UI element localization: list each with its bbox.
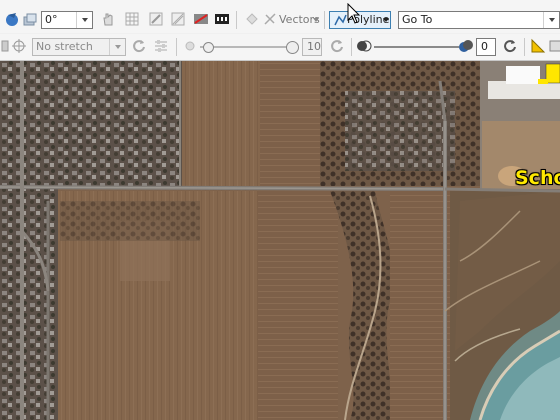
chevron-down-icon[interactable] (543, 12, 559, 28)
main-toolbar: 0° Vectors Polyline Go To (0, 7, 560, 33)
satellite-map[interactable]: Scho (0, 61, 560, 420)
vectors-chevron-icon[interactable] (313, 18, 319, 22)
satellite-imagery (0, 61, 560, 420)
transparency-value: 0 (481, 40, 488, 53)
annotate-icon[interactable] (148, 11, 164, 27)
brightness-icon (182, 38, 198, 54)
brightness-slider-left-thumb[interactable] (203, 42, 214, 53)
hand-pan-icon[interactable] (100, 11, 116, 27)
toolbar-separator (524, 38, 525, 56)
transparency-icon (356, 38, 372, 54)
refresh-icon[interactable] (329, 38, 345, 54)
toolbar-separator (236, 11, 237, 29)
layers-icon[interactable] (22, 11, 38, 27)
brightness-value-field[interactable]: 10 (302, 38, 322, 56)
toolbar-separator (176, 38, 177, 56)
vectors-icon (262, 11, 278, 27)
mouse-cursor-icon (347, 2, 361, 28)
image-tool-icon[interactable] (548, 38, 560, 54)
school-map-label[interactable]: Scho (515, 167, 560, 189)
image-toolbar: No stretch 10 0 (0, 34, 560, 61)
goto-value: Go To (402, 13, 433, 26)
toolbar-separator (351, 38, 352, 56)
transparency-slider-track[interactable] (374, 46, 459, 48)
grid-icon[interactable] (124, 11, 140, 27)
toolbar-separator (324, 11, 325, 29)
stretch-value: No stretch (36, 40, 93, 53)
globe-arrow-icon[interactable] (4, 11, 20, 27)
brightness-value: 10 (307, 40, 321, 53)
refresh-icon[interactable] (131, 38, 147, 54)
chart-icon[interactable] (530, 38, 546, 54)
brightness-slider-thumb[interactable] (286, 41, 299, 54)
crosshair-icon[interactable] (11, 38, 27, 54)
polyline-icon (333, 12, 347, 33)
rotation-value: 0° (45, 13, 58, 26)
transparency-value-field[interactable]: 0 (476, 38, 496, 56)
film-icon[interactable] (214, 11, 230, 27)
chevron-down-icon[interactable] (76, 12, 92, 28)
no-image-icon[interactable] (193, 11, 209, 27)
edit-grid-icon[interactable] (170, 11, 186, 27)
rotation-combo[interactable]: 0° (41, 11, 93, 29)
transparency-high-icon (458, 38, 474, 54)
stretch-combo[interactable]: No stretch (32, 38, 126, 56)
goto-combo[interactable]: Go To (398, 11, 560, 29)
sliders-icon[interactable] (153, 38, 169, 54)
disabled-arrow-icon (244, 11, 260, 27)
chevron-down-icon (383, 18, 389, 22)
chevron-down-icon[interactable] (109, 39, 125, 55)
swap-icon[interactable] (502, 38, 518, 54)
toolbar-top-strip (0, 0, 560, 7)
